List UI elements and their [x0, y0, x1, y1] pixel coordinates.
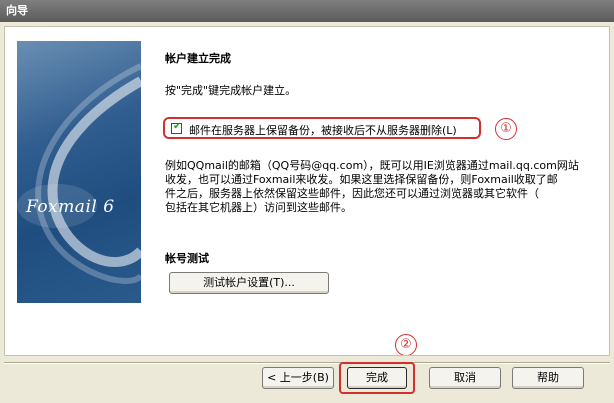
wizard-content-panel: Foxmail 6 帐户建立完成 按"完成"键完成帐户建立。 ✔ 邮件在服务器上…: [4, 26, 610, 356]
cancel-button[interactable]: 取消: [429, 367, 501, 389]
finish-button-highlight: 完成: [339, 362, 415, 394]
callout-marker-1: ①: [495, 118, 517, 140]
checkmark-icon: ✔: [173, 121, 182, 132]
description-text: 例如QQmail的邮箱（QQ号码@qq.com），既可以用IE浏览器通过mail…: [165, 159, 579, 215]
brand-text: Foxmail 6: [26, 197, 115, 217]
help-button[interactable]: 帮助: [512, 367, 584, 389]
foxmail-logo-text: Foxmail 6: [26, 197, 115, 217]
wizard-window: Foxmail 6 帐户建立完成 按"完成"键完成帐户建立。 ✔ 邮件在服务器上…: [0, 22, 614, 403]
description-line: 件之后，服务器上依然保留这些邮件，因此您还可以通过浏览器或其它软件（: [165, 187, 539, 200]
test-account-settings-button[interactable]: 测试帐户设置(T)...: [169, 272, 329, 294]
page-heading: 帐户建立完成: [165, 52, 231, 65]
keep-copy-checkbox-label[interactable]: 邮件在服务器上保留备份，被接收后不从服务器删除(L): [189, 122, 457, 138]
description-line: 收发，也可以通过Foxmail来收发。如果这里选择保留备份，则Foxmail收取…: [165, 173, 558, 186]
back-button[interactable]: < 上一步(B): [262, 367, 334, 389]
description-line: 例如QQmail的邮箱（QQ号码@qq.com），既可以用IE浏览器通过mail…: [165, 159, 579, 172]
instruction-text: 按"完成"键完成帐户建立。: [165, 84, 297, 97]
description-line: 包括在其它机器上）访问到这些邮件。: [165, 201, 352, 214]
window-title: 向导: [6, 4, 28, 17]
window-title-bar: 向导: [0, 0, 614, 22]
callout-marker-2: ②: [395, 334, 417, 355]
keep-copy-checkbox[interactable]: ✔: [171, 121, 182, 134]
banner-swirl-graphic: [17, 63, 141, 284]
foxmail-banner: Foxmail 6: [17, 41, 141, 303]
footer-separator: [4, 362, 610, 364]
keep-copy-option-highlight: ✔ 邮件在服务器上保留备份，被接收后不从服务器删除(L): [163, 117, 481, 139]
finish-button[interactable]: 完成: [347, 367, 407, 389]
account-test-heading: 帐号测试: [165, 252, 209, 265]
